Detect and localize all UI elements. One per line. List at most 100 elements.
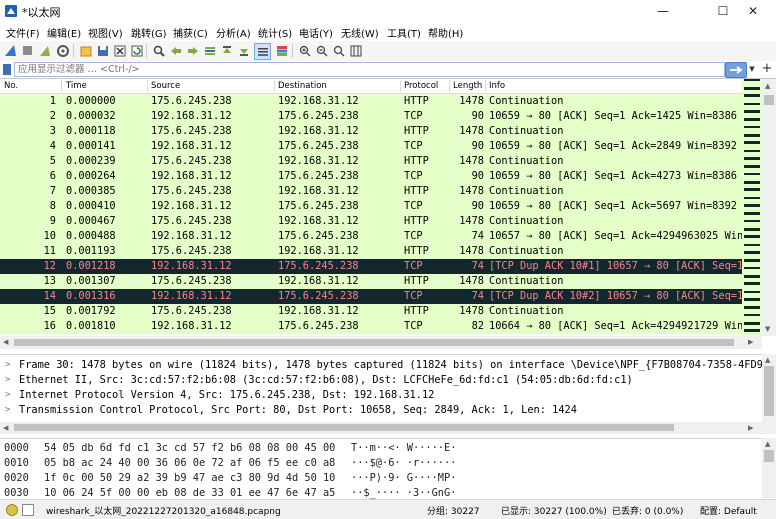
scroll-thumb[interactable] [14, 424, 674, 431]
menu-bar: 文件(F) 编辑(E) 视图(V) 跳转(G) 捕获(C) 分析(A) 统计(S… [0, 22, 776, 41]
scroll-right-icon[interactable]: ▶ [748, 338, 753, 346]
packet-row[interactable]: 12 0.001218 192.168.31.12 175.6.245.238 TCP 7… [0, 259, 742, 274]
packet-cell-info: 10659 → 80 [ACK] Seq=1 Ack=2849 Win=8392… [489, 140, 742, 152]
go-back-icon[interactable] [168, 43, 183, 58]
packet-cell-length: 90 [471, 140, 484, 152]
bytes-hex: 05 b8 ac 24 40 00 36 06 0e 72 af 06 f5 e… [44, 457, 336, 469]
scroll-left-icon[interactable]: ◀ [3, 338, 8, 346]
bytes-ascii: ···P)·9· G····MP· [351, 472, 457, 484]
packet-cell-protocol: TCP [404, 230, 423, 242]
packet-row[interactable]: 3 0.000118 175.6.245.238 192.168.31.12 HTTP 1… [0, 124, 742, 139]
packet-cell-protocol: TCP [404, 290, 423, 302]
menu-analyze[interactable]: 分析(A) [216, 25, 251, 40]
options-gear-icon[interactable] [55, 43, 70, 58]
packet-minimap[interactable] [742, 79, 762, 336]
menu-tools[interactable]: 工具(T) [387, 25, 421, 40]
chevron-down-icon[interactable]: ▼ [747, 62, 757, 76]
column-header-no[interactable]: No. [4, 81, 18, 91]
column-header-protocol[interactable]: Protocol [404, 81, 438, 91]
packet-row[interactable]: 14 0.001316 192.168.31.12 175.6.245.238 TCP 7… [0, 289, 742, 304]
packet-cell-length: 90 [471, 200, 484, 212]
menu-view[interactable]: 视图(V) [88, 25, 123, 40]
packet-cell-time: 0.000264 [66, 170, 116, 182]
last-packet-icon[interactable] [236, 43, 251, 58]
display-filter-input[interactable] [14, 62, 725, 77]
menu-help[interactable]: 帮助(H) [428, 25, 463, 40]
reload-icon[interactable] [129, 43, 144, 58]
column-header-length[interactable]: Length [453, 81, 482, 91]
packet-cell-source: 175.6.245.238 [151, 245, 232, 257]
restart-icon[interactable] [37, 43, 52, 58]
scroll-down-icon[interactable]: ▼ [765, 325, 770, 333]
bookmark-icon[interactable] [3, 64, 11, 75]
menu-capture[interactable]: 捕获(C) [173, 25, 208, 40]
save-file-icon[interactable] [95, 43, 110, 58]
bytes-vertical-scrollbar[interactable]: ▲ [762, 438, 776, 498]
packet-row[interactable]: 7 0.000385 175.6.245.238 192.168.31.12 HTTP 1… [0, 184, 742, 199]
packet-row[interactable]: 9 0.000467 175.6.245.238 192.168.31.12 HTTP 1… [0, 214, 742, 229]
menu-telephony[interactable]: 电话(Y) [299, 25, 333, 40]
menu-file[interactable]: 文件(F) [6, 25, 40, 40]
close-file-icon[interactable] [112, 43, 127, 58]
scroll-right-icon[interactable]: ▶ [748, 424, 753, 432]
go-forward-icon[interactable] [185, 43, 200, 58]
autoscroll-icon[interactable] [254, 43, 271, 60]
packet-cell-time: 0.000385 [66, 185, 116, 197]
resize-columns-icon[interactable] [348, 43, 363, 58]
packet-row[interactable]: 6 0.000264 192.168.31.12 175.6.245.238 TCP 90… [0, 169, 742, 184]
packet-row[interactable]: 16 0.001810 192.168.31.12 175.6.245.238 TCP 8… [0, 319, 742, 334]
chevron-right-icon[interactable]: > [5, 403, 10, 418]
scroll-thumb[interactable] [764, 366, 774, 416]
packet-row[interactable]: 13 0.001307 175.6.245.238 192.168.31.12 HTTP… [0, 274, 742, 289]
chevron-right-icon[interactable]: > [5, 388, 10, 403]
stop-icon[interactable] [20, 43, 35, 58]
scroll-thumb[interactable] [764, 450, 774, 462]
find-icon[interactable] [151, 43, 166, 58]
packet-cell-length: 90 [471, 170, 484, 182]
column-header-info[interactable]: Info [489, 81, 505, 91]
scroll-up-icon[interactable]: ▲ [765, 82, 770, 90]
column-header-source[interactable]: Source [151, 81, 180, 91]
scroll-thumb[interactable] [764, 95, 774, 105]
menu-go[interactable]: 跳转(G) [131, 25, 167, 40]
packet-list[interactable]: 1 0.000000 175.6.245.238 192.168.31.12 HTTP 1… [0, 93, 742, 335]
menu-edit[interactable]: 编辑(E) [47, 25, 81, 40]
chevron-right-icon[interactable]: > [5, 358, 10, 373]
capture-comment-icon[interactable] [22, 504, 34, 516]
shark-fin-icon[interactable] [3, 43, 18, 58]
first-packet-icon[interactable] [219, 43, 234, 58]
go-to-packet-icon[interactable] [202, 43, 217, 58]
plus-icon[interactable]: + [761, 61, 773, 76]
packet-row[interactable]: 5 0.000239 175.6.245.238 192.168.31.12 HTTP 1… [0, 154, 742, 169]
zoom-in-icon[interactable] [297, 43, 312, 58]
scroll-up-icon[interactable]: ▲ [765, 356, 770, 364]
normal-size-icon[interactable] [331, 43, 346, 58]
menu-statistics[interactable]: 统计(S) [258, 25, 292, 40]
chevron-right-icon[interactable]: > [5, 373, 10, 388]
open-file-icon[interactable] [78, 43, 93, 58]
packet-row[interactable]: 1 0.000000 175.6.245.238 192.168.31.12 HTTP 1… [0, 94, 742, 109]
close-button[interactable]: ✕ [730, 0, 776, 22]
menu-wireless[interactable]: 无线(W) [341, 25, 379, 40]
status-profile[interactable]: 配置: Default [700, 504, 757, 517]
scroll-thumb[interactable] [14, 339, 734, 346]
packet-row[interactable]: 4 0.000141 192.168.31.12 175.6.245.238 TCP 90… [0, 139, 742, 154]
packet-row[interactable]: 10 0.000488 192.168.31.12 175.6.245.238 TCP 7… [0, 229, 742, 244]
colorize-icon[interactable] [274, 43, 289, 58]
scroll-up-icon[interactable]: ▲ [765, 440, 770, 448]
expert-info-icon[interactable] [6, 504, 18, 516]
packet-list-vertical-scrollbar[interactable]: ▲ ▼ [762, 79, 776, 336]
packet-list-horizontal-scrollbar[interactable]: ◀ ▶ [0, 336, 762, 349]
packet-row[interactable]: 2 0.000032 192.168.31.12 175.6.245.238 TCP 90… [0, 109, 742, 124]
scroll-left-icon[interactable]: ◀ [3, 424, 8, 432]
details-horizontal-scrollbar[interactable]: ◀ ▶ [0, 422, 762, 434]
arrow-right-icon[interactable] [725, 62, 747, 78]
packet-row[interactable]: 8 0.000410 192.168.31.12 175.6.245.238 TCP 90… [0, 199, 742, 214]
column-header-destination[interactable]: Destination [278, 81, 327, 91]
packet-row[interactable]: 11 0.001193 175.6.245.238 192.168.31.12 HTTP… [0, 244, 742, 259]
minimize-button[interactable]: — [640, 0, 686, 22]
zoom-out-icon[interactable] [314, 43, 329, 58]
column-header-time[interactable]: Time [66, 81, 87, 91]
details-vertical-scrollbar[interactable]: ▲ [762, 354, 776, 434]
packet-row[interactable]: 15 0.001792 175.6.245.238 192.168.31.12 HTTP… [0, 304, 742, 319]
